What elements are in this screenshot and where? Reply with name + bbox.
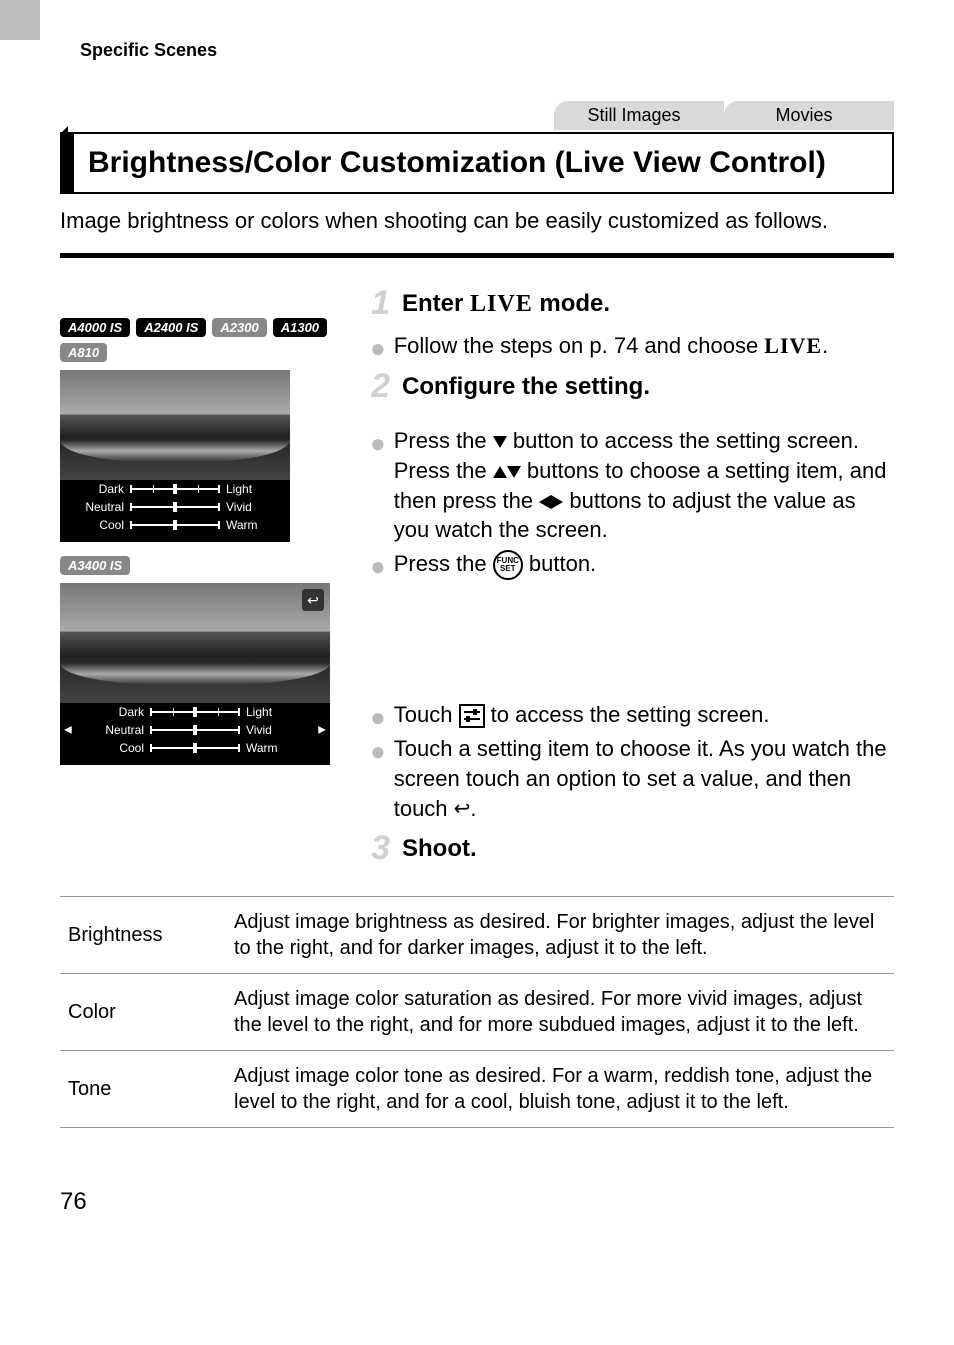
slider-row-brightness[interactable]: Dark Light [60,703,330,721]
step-number: 2 [360,367,390,406]
model-tags-group2: A3400 IS [60,556,340,575]
bullet-icon: ● [370,335,386,361]
model-tag: A3400 IS [60,556,130,575]
bullet-icon: ● [370,738,386,823]
slider-label-right: Warm [246,741,294,755]
live-mode-icon: LIVE [764,333,822,358]
back-arrow-icon: ↩ [454,796,471,823]
step-1-heading: 1 Enter LIVE mode. [360,284,894,323]
setting-desc: Adjust image brightness as desired. For … [226,897,894,974]
divider [60,253,894,258]
step-1-body: Follow the steps on p. 74 and choose LIV… [394,331,829,361]
slider-label-right: Warm [226,518,274,532]
live-mode-icon: LIVE [470,291,533,317]
step-number: 3 [360,829,390,868]
down-arrow-icon [493,436,507,448]
up-arrow-icon [493,466,507,478]
step-2-body2: Press the FUNCSET button. [394,549,596,580]
step-number: 1 [360,284,390,323]
text: mode. [533,290,610,317]
media-tabs: Still Images Movies [60,101,894,130]
model-tag: A4000 IS [60,318,130,337]
lcd-landscape-image [60,370,290,480]
slider-label-left: Cool [96,741,144,755]
page-spine [0,0,40,40]
slider-label-left: Neutral [76,500,124,514]
page-number: 76 [60,1188,894,1216]
left-arrow-icon [539,495,551,509]
back-icon[interactable]: ↩ [302,589,324,611]
bullet-icon: ● [370,553,386,580]
intro-text: Image brightness or colors when shooting… [60,206,894,236]
func-set-button-icon: FUNCSET [493,550,523,580]
running-header: Specific Scenes [80,40,894,61]
text: . [470,796,476,821]
lcd-landscape-image: ↩ [60,583,330,703]
lcd-preview-touch: ↩ ◀ ▶ Dark Light Neutral [60,583,330,765]
text: . [822,333,828,358]
setting-name: Brightness [60,897,226,974]
model-tags-group1: A4000 IS A2400 IS A2300 A1300 A810 [60,318,340,362]
step-2-touch1: Touch to access the setting screen. [394,700,770,730]
bullet-icon: ● [370,430,386,545]
slider-row-color[interactable]: Neutral Vivid [60,721,330,739]
left-arrow-icon[interactable]: ◀ [64,725,72,736]
model-tag: A2300 [212,318,266,337]
slider-label-right: Vivid [226,500,274,514]
right-arrow-icon[interactable]: ▶ [318,725,326,736]
table-row: Tone Adjust image color tone as desired.… [60,1051,894,1128]
model-tag: A1300 [273,318,327,337]
slider-track[interactable] [150,725,240,735]
setting-desc: Adjust image color saturation as desired… [226,974,894,1051]
slider-track [130,484,220,494]
slider-track [130,502,220,512]
settings-table: Brightness Adjust image brightness as de… [60,896,894,1128]
text: Touch [394,702,459,727]
slider-track [130,520,220,530]
tab-movies: Movies [724,101,894,130]
step-title: Enter LIVE mode. [402,290,610,318]
slider-row-brightness: Dark Light [60,480,290,498]
slider-track[interactable] [150,707,240,717]
section-title: Brightness/Color Customization (Live Vie… [60,132,894,194]
text: button. [529,551,596,576]
down-arrow-icon [507,466,521,478]
model-tag: A810 [60,343,107,362]
model-tag: A2400 IS [136,318,206,337]
step-3-heading: 3 Shoot. [360,829,894,868]
tab-still-images: Still Images [554,101,724,130]
step-title: Shoot. [402,835,477,863]
slider-label-left: Neutral [96,723,144,737]
slider-label-left: Cool [76,518,124,532]
slider-label-left: Dark [76,482,124,496]
table-row: Color Adjust image color saturation as d… [60,974,894,1051]
setting-name: Color [60,974,226,1051]
slider-label-left: Dark [96,705,144,719]
slider-row-tone: Cool Warm [60,516,290,534]
text: Enter [402,290,470,317]
bullet-icon: ● [370,704,386,730]
slider-row-color: Neutral Vivid [60,498,290,516]
step-2-body1: Press the button to access the setting s… [394,426,894,545]
slider-label-right: Vivid [246,723,294,737]
section-title-text: Brightness/Color Customization (Live Vie… [88,146,826,179]
sliders-icon [459,704,485,728]
text: to access the setting screen. [491,702,770,727]
setting-name: Tone [60,1051,226,1128]
step-2-heading: 2 Configure the setting. [360,367,894,406]
slider-label-right: Light [226,482,274,496]
lcd-preview-buttons: Dark Light Neutral Vivid Coo [60,370,290,542]
slider-row-tone[interactable]: Cool Warm [60,739,330,757]
text: Press the [394,551,493,576]
table-row: Brightness Adjust image brightness as de… [60,897,894,974]
slider-track[interactable] [150,743,240,753]
step-2-touch2: Touch a setting item to choose it. As yo… [394,734,894,823]
right-arrow-icon [551,495,563,509]
slider-label-right: Light [246,705,294,719]
step-title: Configure the setting. [402,373,650,401]
setting-desc: Adjust image color tone as desired. For … [226,1051,894,1128]
text: Follow the steps on p. 74 and choose [394,333,765,358]
